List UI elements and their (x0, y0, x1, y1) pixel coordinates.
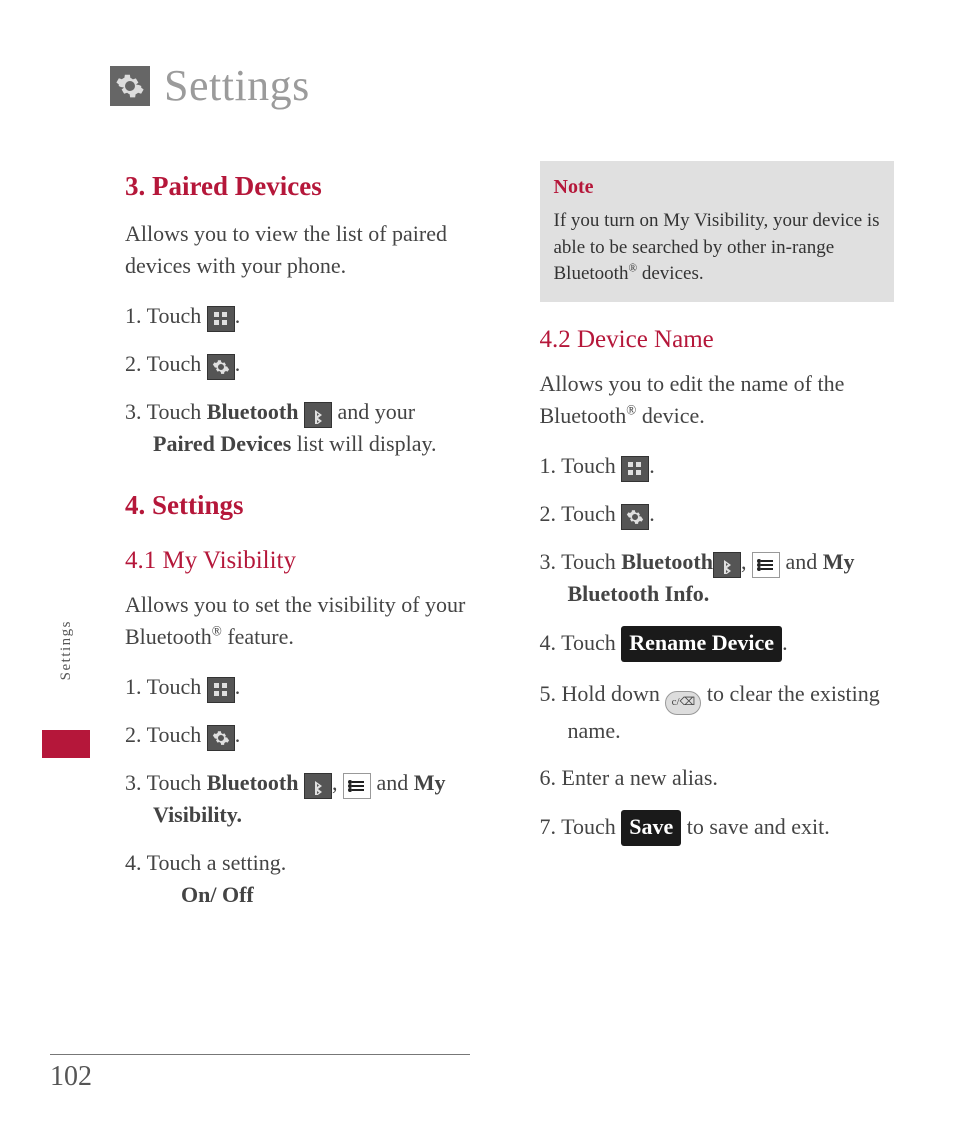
gear-icon (207, 354, 235, 380)
heading-device-name: 4.2 Device Name (540, 322, 895, 358)
list-icon (343, 773, 371, 799)
step-42-3: 3. Touch Bluetooth, and My Bluetooth Inf… (540, 546, 895, 610)
clear-key-icon: c/⌫ (665, 691, 701, 715)
step-42-5: 5. Hold down c/⌫ to clear the existing n… (540, 678, 895, 747)
bluetooth-icon (304, 773, 332, 799)
side-tab-label: Settings (58, 620, 75, 680)
side-tab-marker (42, 730, 90, 758)
gear-icon (621, 504, 649, 530)
left-column: 3. Paired Devices Allows you to view the… (125, 161, 480, 927)
note-box: Note If you turn on My Visibility, your … (540, 161, 895, 302)
list-icon (752, 552, 780, 578)
save-button: Save (621, 810, 681, 846)
apps-icon (207, 306, 235, 332)
heading-settings: 4. Settings (125, 486, 480, 525)
footer-rule (50, 1054, 470, 1055)
step-42-6: 6. Enter a new alias. (540, 762, 895, 794)
step-41-4: 4. Touch a setting.On/ Off (125, 847, 480, 911)
visibility-intro: Allows you to set the visibility of your… (125, 589, 480, 653)
step-3-1: 1. Touch . (125, 300, 480, 332)
gear-icon (110, 66, 150, 106)
bluetooth-icon (304, 402, 332, 428)
apps-icon (207, 677, 235, 703)
rename-device-button: Rename Device (621, 626, 782, 662)
heading-my-visibility: 4.1 My Visibility (125, 543, 480, 579)
step-42-2: 2. Touch . (540, 498, 895, 530)
step-42-7: 7. Touch Save to save and exit. (540, 810, 895, 846)
step-41-3: 3. Touch Bluetooth , and My Visibility. (125, 767, 480, 831)
bluetooth-icon (713, 552, 741, 578)
step-42-1: 1. Touch . (540, 450, 895, 482)
page-title: Settings (164, 60, 310, 111)
device-name-intro: Allows you to edit the name of the Bluet… (540, 368, 895, 432)
step-3-2: 2. Touch . (125, 348, 480, 380)
note-title: Note (554, 173, 881, 202)
gear-icon (207, 725, 235, 751)
apps-icon (621, 456, 649, 482)
step-3-3: 3. Touch Bluetooth and your Paired Devic… (125, 396, 480, 460)
right-column: Note If you turn on My Visibility, your … (540, 161, 895, 927)
note-body: If you turn on My Visibility, your devic… (554, 208, 881, 288)
heading-paired-devices: 3. Paired Devices (125, 167, 480, 206)
step-42-4: 4. Touch Rename Device. (540, 626, 895, 662)
page-header: Settings (0, 0, 954, 111)
paired-intro: Allows you to view the list of paired de… (125, 218, 480, 282)
step-41-1: 1. Touch . (125, 671, 480, 703)
page-number: 102 (50, 1061, 92, 1093)
step-41-2: 2. Touch . (125, 719, 480, 751)
